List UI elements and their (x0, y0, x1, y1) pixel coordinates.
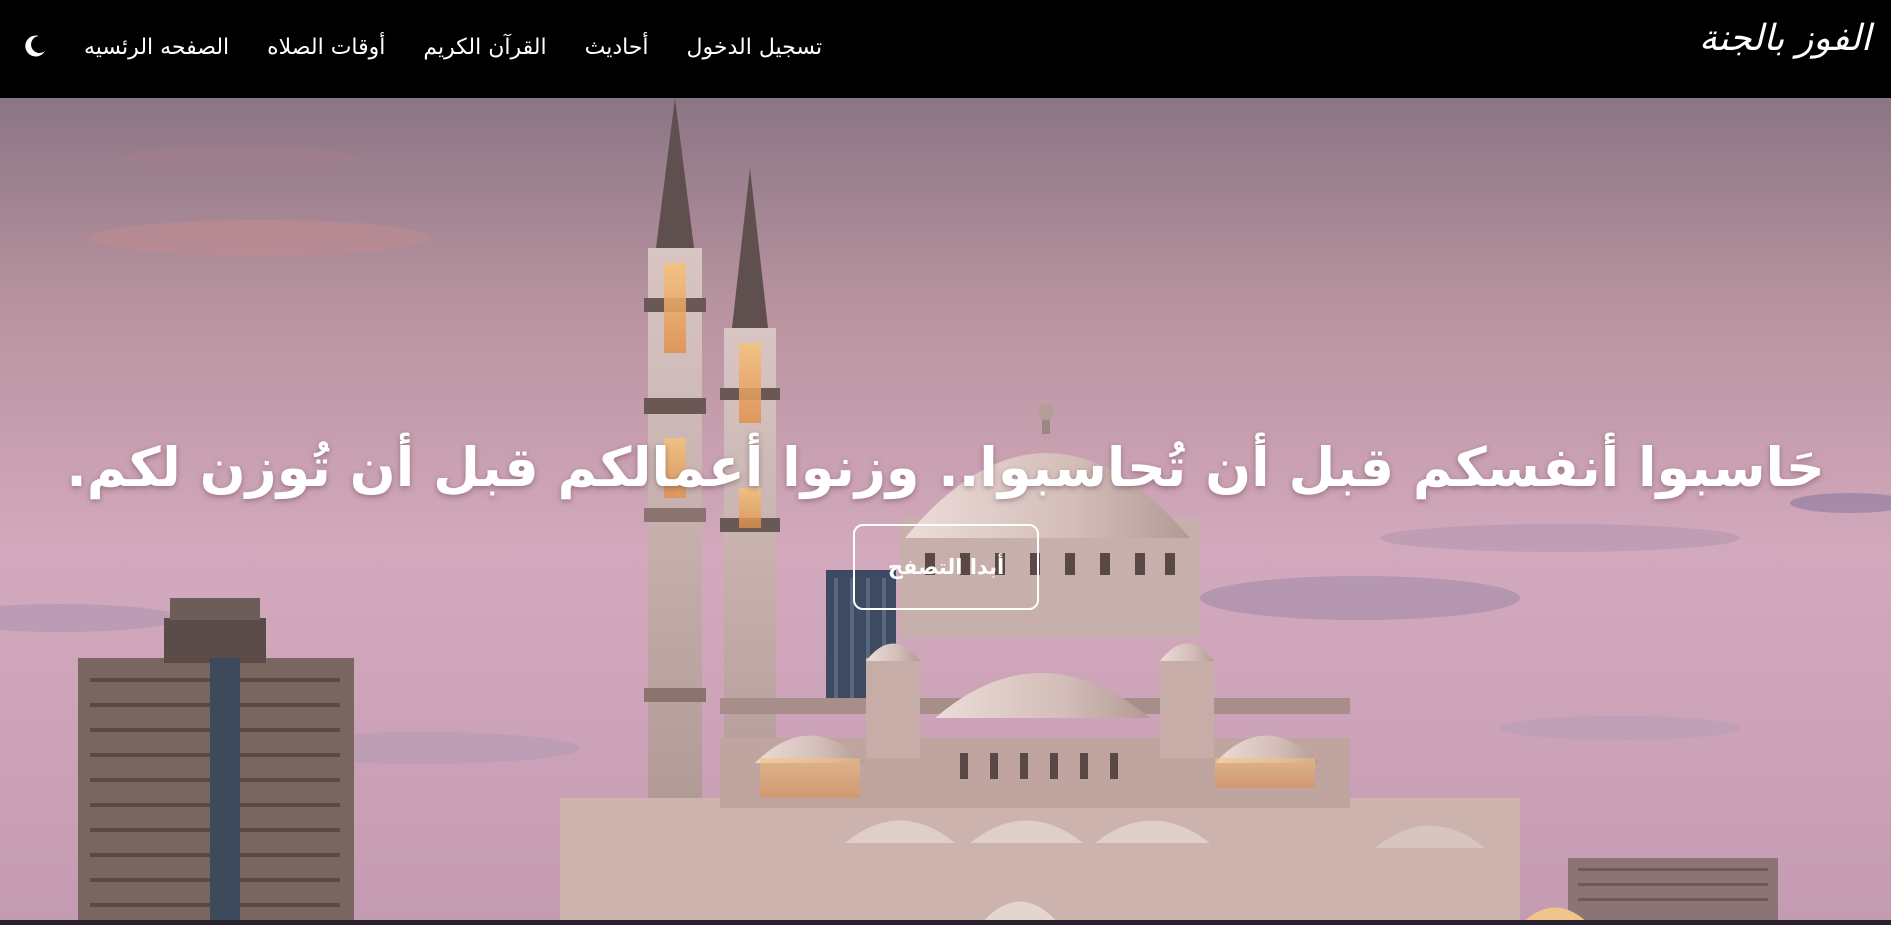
nav-link-hadith[interactable]: أحاديث (585, 28, 649, 68)
nav-link-home[interactable]: الصفحه الرئسيه (84, 28, 229, 68)
nav-link-login[interactable]: تسجيل الدخول (687, 28, 823, 68)
dark-mode-toggle[interactable] (20, 31, 50, 61)
nav-link-quran[interactable]: القرآن الكريم (423, 28, 546, 68)
mosque-background-image (0, 98, 1891, 925)
nav-link-prayer-times[interactable]: أوقات الصلاه (267, 28, 385, 68)
nav-links: الصفحه الرئسيه أوقات الصلاه القرآن الكري… (84, 28, 822, 68)
hero-heading: حَاسبوا أنفسكم قبل أن تُحاسبوا.. وزنوا أ… (66, 436, 1825, 499)
start-browsing-button[interactable]: أبدا التصفح (853, 524, 1039, 610)
top-navbar: الفوز بالجنة الصفحه الرئسيه أوقات الصلاه… (0, 0, 1891, 98)
hero-section: حَاسبوا أنفسكم قبل أن تُحاسبوا.. وزنوا أ… (0, 98, 1891, 925)
site-logo[interactable]: الفوز بالجنة (1699, 14, 1871, 64)
crescent-moon-icon (25, 35, 45, 57)
